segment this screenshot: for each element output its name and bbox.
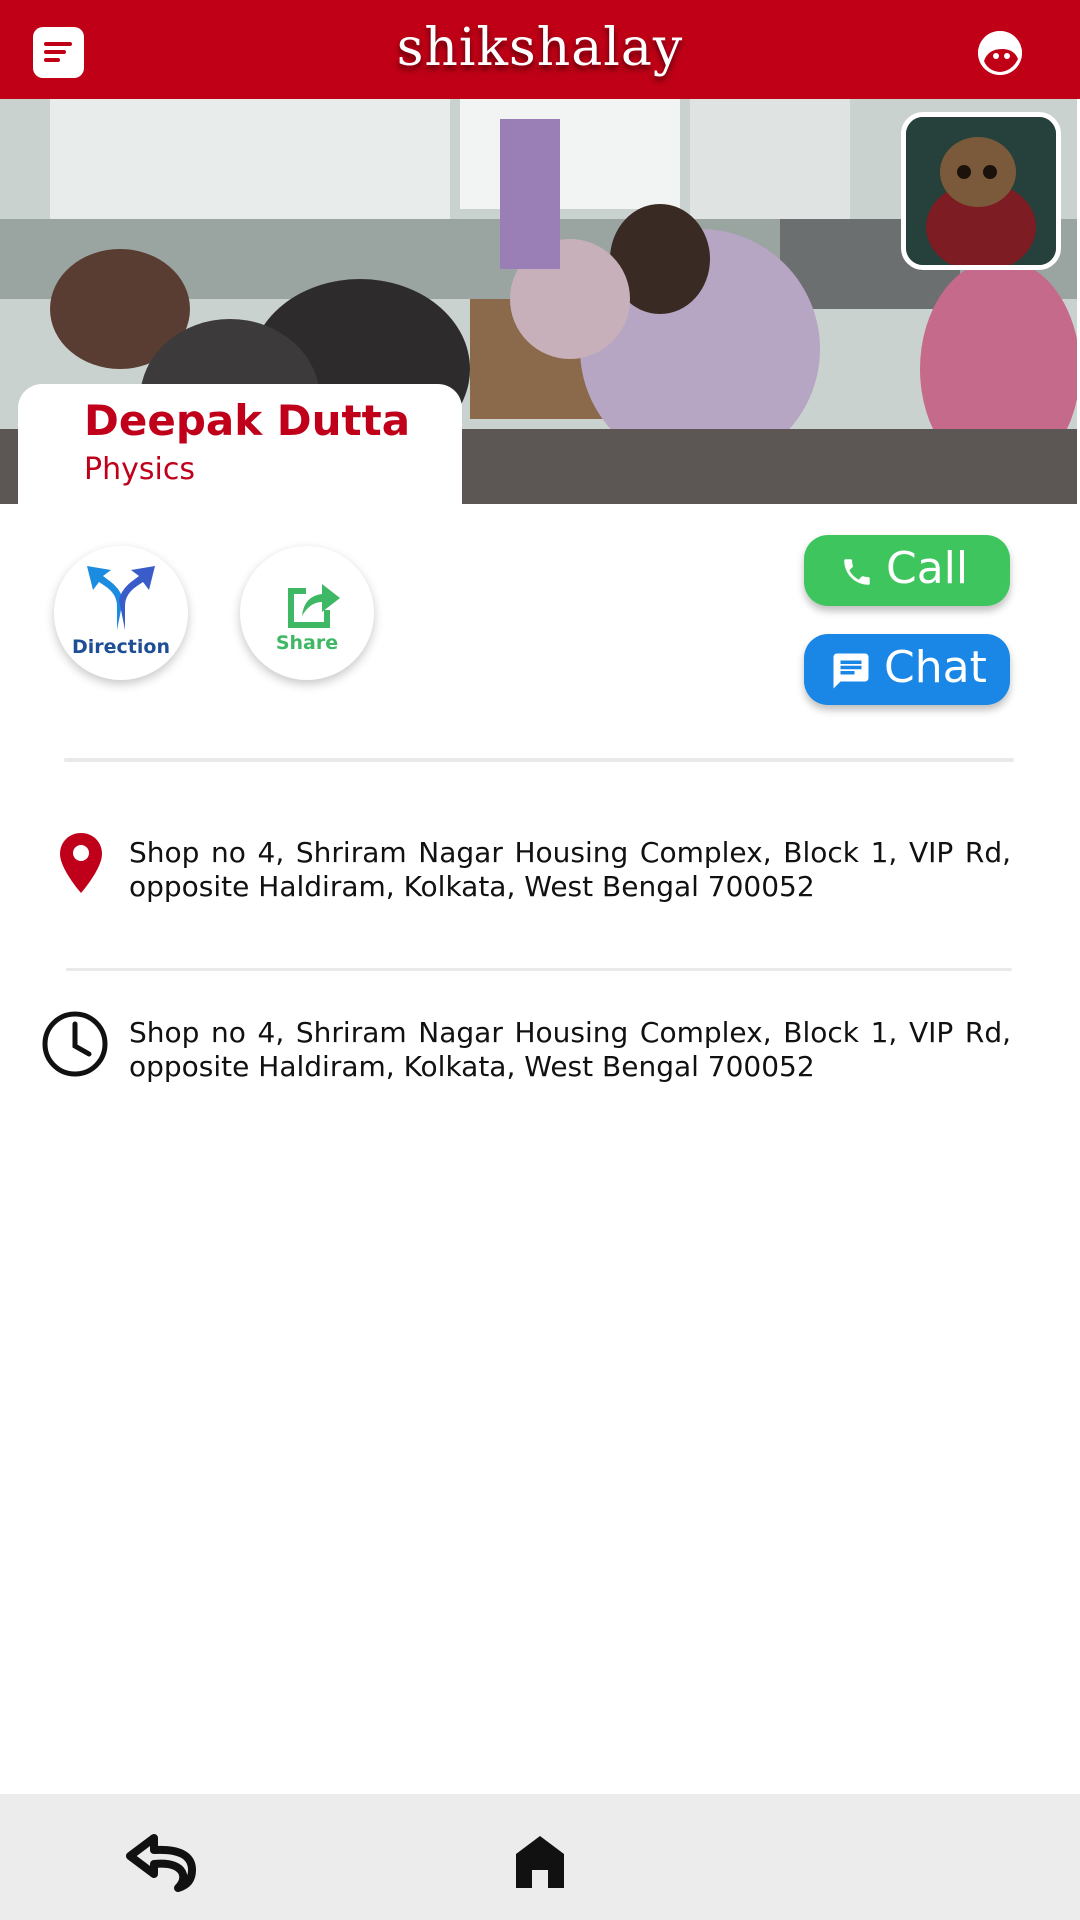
home-button[interactable] [514, 1834, 570, 1892]
share-button[interactable]: Share [240, 546, 374, 680]
address-divider [66, 968, 1012, 971]
direction-label: Direction [72, 636, 170, 658]
profile-icon [978, 31, 1022, 75]
brand-logo: shikshalay [396, 18, 684, 78]
direction-icon [87, 566, 155, 630]
teacher-name: Deepak Dutta [84, 396, 411, 445]
chat-button[interactable]: Chat [804, 634, 1010, 705]
bottom-navigation [0, 1794, 1080, 1920]
phone-icon [844, 559, 870, 585]
call-label: Call [886, 543, 969, 594]
back-icon [126, 1834, 196, 1892]
share-label: Share [275, 632, 339, 654]
location-pin-icon [60, 833, 102, 893]
call-button[interactable]: Call [804, 535, 1010, 606]
share-icon [288, 584, 340, 628]
address-text: Shop no 4, Shriram Nagar Housing Complex… [129, 836, 1011, 903]
profile-button[interactable] [978, 31, 1022, 75]
back-button[interactable] [126, 1834, 206, 1900]
chat-label: Chat [884, 642, 987, 693]
app-header: shikshalay [0, 0, 1080, 99]
teacher-avatar[interactable] [901, 112, 1061, 270]
clock-icon [42, 1011, 108, 1077]
chat-icon [833, 653, 869, 689]
avatar-image [906, 117, 1056, 265]
section-divider [64, 758, 1014, 762]
app-screen: shikshalay Deepak Dutta Physics Directio… [0, 0, 1080, 1920]
direction-button[interactable]: Direction [54, 546, 188, 680]
teacher-subject: Physics [84, 452, 195, 487]
timing-text: Shop no 4, Shriram Nagar Housing Complex… [129, 1016, 1011, 1083]
home-icon [516, 1836, 564, 1888]
